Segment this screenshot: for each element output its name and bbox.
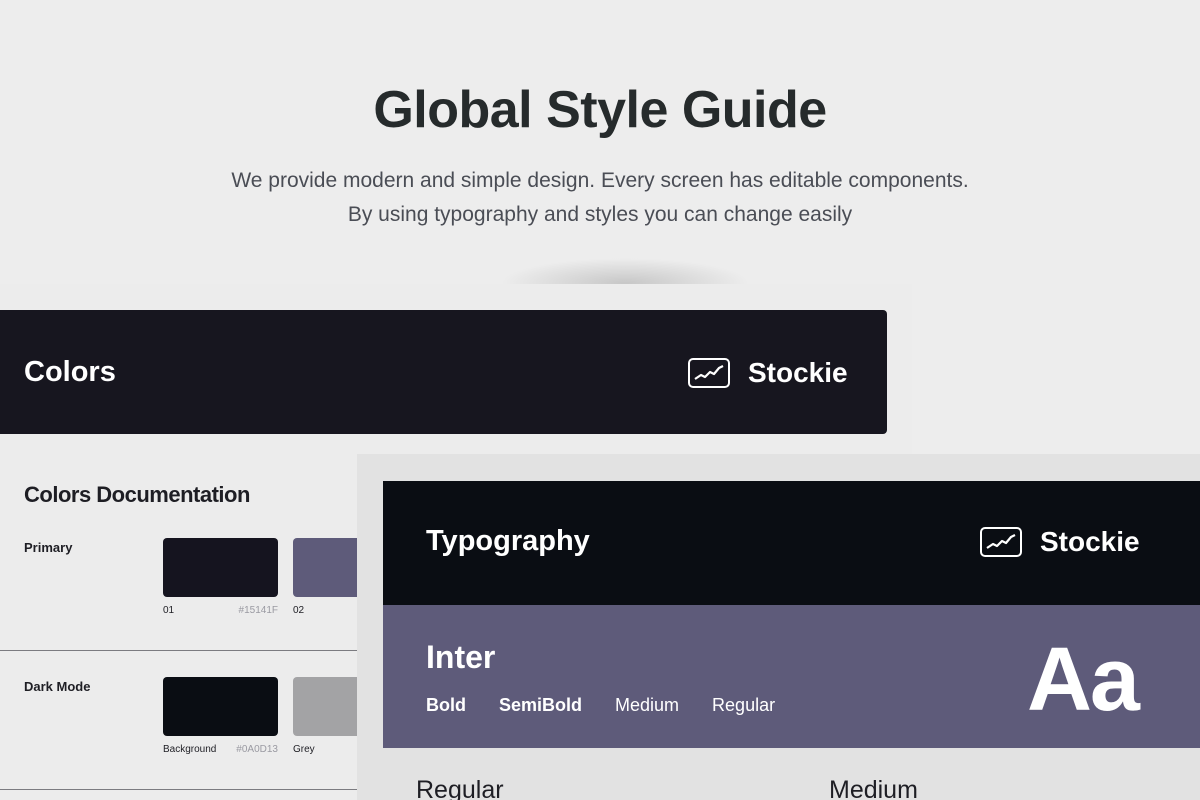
swatch-caption: 02	[293, 605, 305, 616]
font-weights: Bold SemiBold Medium Regular	[426, 695, 775, 716]
swatch-caption: Grey	[293, 744, 315, 755]
weight-regular: Regular	[712, 695, 776, 715]
typography-brand: Stockie	[980, 526, 1140, 558]
hero-title: Global Style Guide	[373, 81, 827, 139]
hero-subtitle: We provide modern and simple design. Eve…	[0, 164, 1200, 232]
typography-header: Typography Stockie	[383, 481, 1200, 605]
colors-doc-title: Colors Documentation	[24, 482, 250, 507]
font-name: Inter	[426, 639, 496, 675]
swatch-primary-01	[163, 538, 278, 597]
weight-medium: Medium	[615, 695, 680, 715]
font-sample-glyph: Aa	[1026, 630, 1140, 730]
typography-header-title: Typography	[426, 525, 590, 557]
row-label-dark-mode: Dark Mode	[24, 679, 91, 694]
brand-name: Stockie	[1040, 526, 1140, 557]
typography-card: Typography Stockie Inter Bold SemiBold M…	[357, 454, 1200, 800]
stock-chart-icon	[688, 358, 730, 388]
stock-chart-icon	[980, 527, 1022, 557]
colors-brand: Stockie	[688, 357, 848, 389]
hero-subtitle-line-1: We provide modern and simple design. Eve…	[231, 169, 969, 192]
swatch-dark-background	[163, 677, 278, 736]
swatch-hex: #15141F	[238, 605, 278, 616]
brand-name: Stockie	[748, 357, 848, 388]
typography-medium-heading: Medium	[829, 776, 918, 800]
weight-bold: Bold	[426, 695, 466, 715]
weight-semibold: SemiBold	[499, 695, 583, 715]
swatch-caption: 01	[163, 605, 175, 616]
colors-header: Colors Stockie	[0, 310, 887, 434]
font-panel: Inter Bold SemiBold Medium Regular Aa	[383, 605, 1200, 748]
swatch-hex: #0A0D13	[236, 744, 278, 755]
typography-regular-heading: Regular	[416, 776, 504, 800]
row-label-primary: Primary	[24, 540, 73, 555]
colors-header-title: Colors	[24, 356, 116, 388]
hero-subtitle-line-2: By using typography and styles you can c…	[347, 203, 853, 226]
